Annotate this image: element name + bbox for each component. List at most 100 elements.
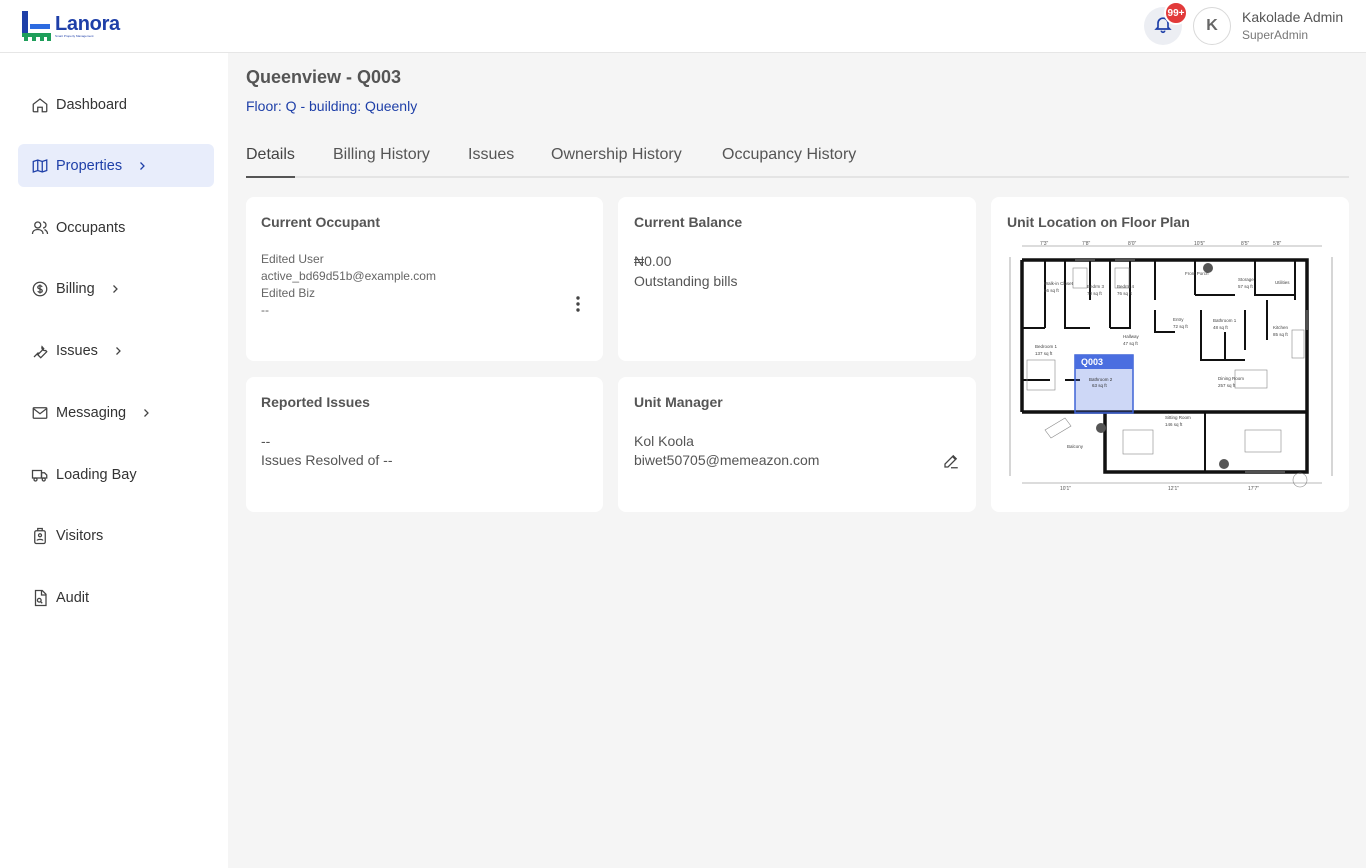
room-area: 70 sq ft — [1087, 291, 1103, 296]
room-label: Front Porch — [1185, 271, 1209, 276]
sidebar-item-label: Loading Bay — [56, 466, 137, 483]
room-area: 137 sq ft — [1035, 351, 1053, 356]
current-balance-card: Current Balance ₦0.00 Outstanding bills — [618, 197, 976, 361]
card-title: Unit Manager — [634, 394, 723, 410]
card-title: Current Balance — [634, 214, 743, 230]
badge-icon — [30, 526, 50, 546]
occupant-business: Edited Biz — [261, 286, 316, 300]
notifications-button[interactable]: 99+ — [1144, 1, 1188, 45]
room-label: Storage — [1238, 277, 1254, 282]
unit-label: Q003 — [1081, 357, 1103, 367]
room-label: Bathroom 1 — [1213, 318, 1237, 323]
room-label: Bedrm 4 — [1117, 284, 1135, 289]
room-label: Walk-in Closet — [1044, 281, 1074, 286]
unit-manager-card: Unit Manager Kol Koola biwet50705@memeaz… — [618, 377, 976, 512]
dim-top-6: 5'8" — [1273, 241, 1282, 247]
sidebar-item-label: Dashboard — [56, 96, 127, 113]
card-title: Unit Location on Floor Plan — [1007, 214, 1190, 230]
room-label: Bedroom 1 — [1035, 344, 1058, 349]
dim-top-4: 10'5" — [1194, 241, 1205, 247]
tab-bar: Details Billing History Issues Ownership… — [246, 140, 1349, 178]
room-area: 76 sq ft — [1117, 291, 1133, 296]
users-icon — [30, 218, 50, 238]
room-area: 57 sq ft — [1238, 284, 1254, 289]
room-area: 63 sq ft — [1092, 383, 1108, 388]
manager-name: Kol Koola — [634, 433, 694, 449]
issues-resolved: Issues Resolved of -- — [261, 452, 393, 468]
room-label: Sitting Room — [1165, 415, 1191, 420]
sidebar-item-properties[interactable]: Properties — [18, 144, 214, 187]
room-label: Bathroom 2 — [1089, 377, 1113, 382]
wrench-icon — [30, 341, 50, 361]
card-title: Reported Issues — [261, 394, 370, 410]
notification-badge: 99+ — [1164, 1, 1188, 25]
map-icon — [30, 156, 50, 176]
occupant-email: active_bd69d51b@example.com — [261, 269, 436, 283]
tab-billing-history[interactable]: Billing History — [333, 146, 430, 176]
home-icon — [30, 95, 50, 115]
more-options-icon[interactable] — [572, 295, 584, 313]
room-area: 72 sq ft — [1173, 324, 1189, 329]
room-label: Dining Room — [1218, 376, 1244, 381]
sidebar-item-loading-bay[interactable]: Loading Bay — [18, 453, 214, 496]
tab-details[interactable]: Details — [246, 146, 295, 178]
sidebar-item-label: Visitors — [56, 527, 104, 544]
sidebar-item-label: Issues — [56, 342, 98, 359]
page-subtitle[interactable]: Floor: Q - building: Queenly — [246, 98, 417, 114]
issues-count: -- — [261, 433, 271, 449]
sidebar-item-label: Messaging — [56, 404, 127, 421]
dim-top-2: 7'8" — [1082, 241, 1091, 247]
room-area: 146 sq ft — [1165, 422, 1183, 427]
edit-icon[interactable] — [942, 452, 962, 472]
room-label: Balcony — [1067, 444, 1084, 449]
dim-bottom-2: 12'1" — [1168, 486, 1179, 492]
dim-bottom-1: 10'1" — [1060, 486, 1071, 492]
sidebar-item-issues[interactable]: Issues — [18, 329, 214, 372]
chevron-right-icon — [109, 283, 121, 295]
sidebar-item-label: Properties — [56, 157, 123, 174]
page-title: Queenview - Q003 — [246, 67, 402, 87]
avatar[interactable]: K — [1193, 7, 1231, 45]
occupant-name: Edited User — [261, 252, 324, 266]
room-label: Entry — [1173, 317, 1184, 322]
dollar-icon — [30, 279, 50, 299]
sidebar-item-label: Billing — [56, 280, 95, 297]
sidebar-item-label: Audit — [56, 589, 90, 606]
room-area: 85 sq ft — [1273, 332, 1289, 337]
brand-logo[interactable]: Lanora Smart Property Management — [22, 11, 120, 41]
sidebar: Dashboard Properties Occupants Billing I… — [0, 53, 228, 868]
chevron-right-icon — [140, 407, 152, 419]
balance-caption: Outstanding bills — [634, 273, 738, 289]
room-label: Hallway — [1123, 334, 1140, 339]
sidebar-item-audit[interactable]: Audit — [18, 576, 214, 619]
sidebar-item-messaging[interactable]: Messaging — [18, 391, 214, 434]
sidebar-item-occupants[interactable]: Occupants — [18, 206, 214, 249]
user-role: SuperAdmin — [1242, 28, 1309, 42]
dim-top-5: 8'5" — [1241, 241, 1250, 247]
sidebar-item-dashboard[interactable]: Dashboard — [18, 83, 214, 126]
sidebar-item-label: Occupants — [56, 219, 126, 236]
occupant-extra: -- — [261, 303, 269, 317]
floor-plan-image[interactable]: 7'3" 7'8" 8'0" 10'5" 8'5" 5'8" 10'1" 12'… — [1005, 240, 1337, 498]
tab-issues[interactable]: Issues — [468, 146, 514, 176]
brand-name: Lanora — [55, 13, 120, 35]
balance-amount: ₦0.00 — [634, 253, 672, 269]
tab-ownership-history[interactable]: Ownership History — [551, 146, 682, 176]
sidebar-item-billing[interactable]: Billing — [18, 267, 214, 310]
room-area: 47 sq ft — [1123, 341, 1139, 346]
chevron-right-icon — [112, 345, 124, 357]
dim-top-1: 7'3" — [1040, 241, 1049, 247]
top-bar: Lanora Smart Property Management 99+ K K… — [0, 0, 1366, 53]
room-label: Kitchen — [1273, 325, 1289, 330]
current-occupant-card: Current Occupant Edited User active_bd69… — [246, 197, 603, 361]
room-area: 66 sq ft — [1044, 288, 1060, 293]
tab-occupancy-history[interactable]: Occupancy History — [722, 146, 856, 176]
card-title: Current Occupant — [261, 214, 381, 230]
floor-plan-card: Unit Location on Floor Plan 7'3" 7'8" 8'… — [991, 197, 1349, 512]
sidebar-item-visitors[interactable]: Visitors — [18, 514, 214, 557]
user-name: Kakolade Admin — [1242, 9, 1344, 25]
room-label: Bedrm 3 — [1087, 284, 1105, 289]
reported-issues-card: Reported Issues -- Issues Resolved of -- — [246, 377, 603, 512]
document-icon — [30, 588, 50, 608]
room-area: 48 sq ft — [1213, 325, 1229, 330]
